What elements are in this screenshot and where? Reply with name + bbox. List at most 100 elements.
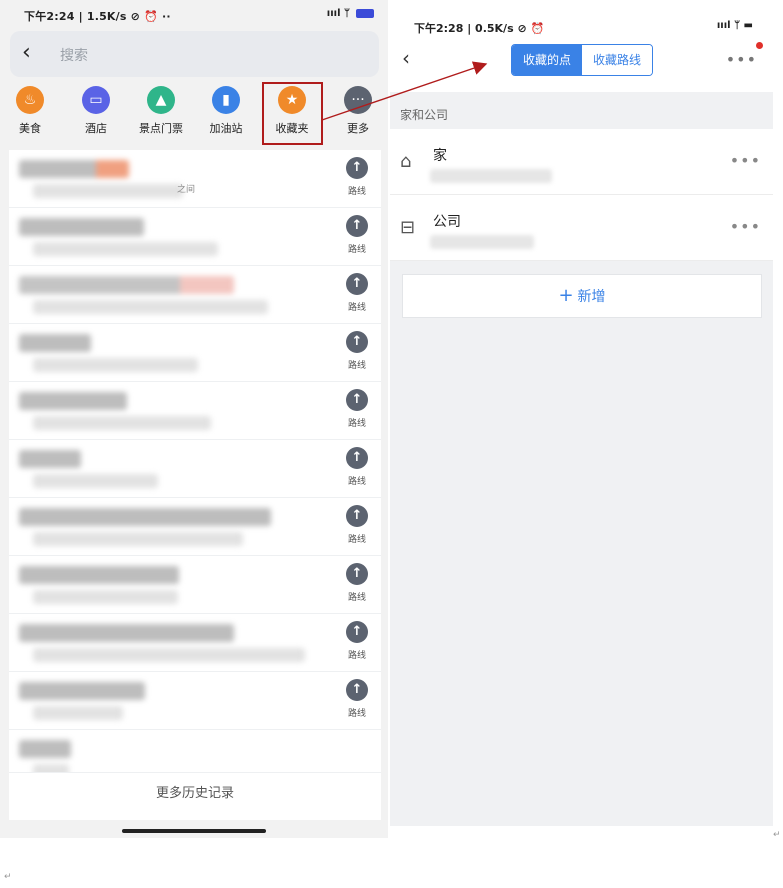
left-status-text: 下午2:24 | 1.5K/s ⊘ ⏰ ·· xyxy=(24,10,171,23)
plus-icon: + xyxy=(558,285,574,306)
history-row[interactable]: ↑ 路线 xyxy=(9,382,381,440)
paragraph-mark: ↵ xyxy=(4,872,12,882)
blurred-title xyxy=(19,392,127,410)
route-button[interactable]: ↑ 路线 xyxy=(343,389,371,429)
category-label: 加油站 xyxy=(209,122,243,135)
blurred-title xyxy=(19,508,271,526)
route-button[interactable]: ↑ 路线 xyxy=(343,505,371,545)
section-label: 家和公司 xyxy=(400,108,449,122)
route-button[interactable]: ↑ 路线 xyxy=(343,157,371,197)
route-label: 路线 xyxy=(347,593,366,603)
blurred-title xyxy=(19,624,234,642)
history-row[interactable]: ↑ 路线 xyxy=(9,672,381,730)
history-row[interactable]: ↑ 路线 xyxy=(9,266,381,324)
category-label: 景点门票 xyxy=(139,122,183,135)
paragraph-mark: ↵ xyxy=(773,830,781,840)
chevron-left-icon[interactable]: ‹ xyxy=(402,46,410,70)
favorites-tab-switch: 收藏的点 收藏路线 xyxy=(511,44,653,76)
route-button[interactable]: ↑ 路线 xyxy=(343,331,371,371)
route-label: 路线 xyxy=(347,187,366,197)
history-row[interactable]: ↑ 路线 xyxy=(9,324,381,382)
briefcase-icon: ⊟ xyxy=(400,217,416,238)
route-label: 路线 xyxy=(347,361,366,371)
blurred-title xyxy=(19,218,144,236)
arrow-up-icon: ↑ xyxy=(346,389,368,411)
tab-saved-routes[interactable]: 收藏路线 xyxy=(582,45,652,75)
history-row[interactable]: ↑ 路线 xyxy=(9,614,381,672)
right-phone-screen: 下午2:28 | 0.5K/s ⊘ ⏰ ıııl ᛘ ▬ ‹ 收藏的点 收藏路线… xyxy=(390,0,773,826)
search-bar[interactable]: ‹ 搜索 xyxy=(10,31,379,77)
more-history-link[interactable]: 更多历史记录 xyxy=(9,772,381,814)
arrow-up-icon: ↑ xyxy=(346,447,368,469)
chevron-left-icon[interactable]: ‹ xyxy=(22,40,31,65)
route-button[interactable]: ↑ 路线 xyxy=(343,273,371,313)
add-favorite-button[interactable]: + 新增 xyxy=(402,274,762,318)
more-icon: ··· xyxy=(344,86,372,114)
blurred-title xyxy=(19,740,71,758)
tab-saved-places[interactable]: 收藏的点 xyxy=(512,45,582,75)
partial-address-text: 之间 xyxy=(177,185,196,195)
more-dots-icon[interactable]: ••• xyxy=(730,217,761,236)
route-button[interactable]: ↑ 路线 xyxy=(343,447,371,487)
favorite-name: 公司 xyxy=(433,214,461,230)
right-header: 下午2:28 | 0.5K/s ⊘ ⏰ ıııl ᛘ ▬ ‹ 收藏的点 收藏路线… xyxy=(390,0,773,92)
arrow-up-icon: ↑ xyxy=(346,505,368,527)
category-row: ♨ 美食 ▭ 酒店 ▲ 景点门票 ▮ 加油站 ★ 收藏夹 ··· 更多 xyxy=(0,80,388,142)
blurred-address xyxy=(33,300,268,314)
arrow-up-icon: ↑ xyxy=(346,679,368,701)
route-button[interactable]: ↑ 路线 xyxy=(343,621,371,661)
blurred-title xyxy=(19,450,81,468)
category-scenic[interactable]: ▲ 景点门票 xyxy=(131,86,191,136)
home-icon: ⌂ xyxy=(400,151,412,172)
gas-station-icon: ▮ xyxy=(212,86,240,114)
history-row[interactable]: ↑ 路线 xyxy=(9,208,381,266)
blurred-title xyxy=(19,566,179,584)
route-label: 路线 xyxy=(347,535,366,545)
history-row[interactable]: 之间 ↑ 路线 xyxy=(9,150,381,208)
blurred-address xyxy=(430,169,552,183)
blurred-address xyxy=(33,416,211,430)
favorite-company[interactable]: ⊟ 公司 ••• xyxy=(390,195,773,261)
blurred-address xyxy=(33,474,158,488)
route-label: 路线 xyxy=(347,419,366,429)
blurred-address xyxy=(33,532,243,546)
category-gas-station[interactable]: ▮ 加油站 xyxy=(196,86,256,136)
category-more[interactable]: ··· 更多 xyxy=(328,86,388,136)
food-icon: ♨ xyxy=(16,86,44,114)
battery-icon xyxy=(356,8,374,18)
arrow-up-icon: ↑ xyxy=(346,157,368,179)
route-button[interactable]: ↑ 路线 xyxy=(343,215,371,255)
blurred-address xyxy=(33,242,218,256)
blurred-address xyxy=(430,235,534,249)
route-label: 路线 xyxy=(347,303,366,313)
category-hotel[interactable]: ▭ 酒店 xyxy=(66,86,126,136)
right-status-text: 下午2:28 | 0.5K/s ⊘ ⏰ xyxy=(414,22,545,35)
notification-dot xyxy=(756,42,763,49)
route-button[interactable]: ↑ 路线 xyxy=(343,563,371,603)
arrow-up-icon: ↑ xyxy=(346,563,368,585)
history-row[interactable]: ↑ 路线 xyxy=(9,556,381,614)
hotel-icon: ▭ xyxy=(82,86,110,114)
blurred-title xyxy=(19,160,129,178)
history-list: 之间 ↑ 路线 ↑ 路线 ↑ 路线 ↑ 路线 ↑ 路线 ↑ 路线 ↑ 路线 ↑ … xyxy=(9,150,381,820)
blurred-address xyxy=(33,648,305,662)
blurred-address xyxy=(33,706,123,720)
home-indicator[interactable] xyxy=(122,829,266,833)
more-dots-icon[interactable]: ••• xyxy=(730,151,761,170)
favorites-list: ⌂ 家 ••• ⊟ 公司 ••• xyxy=(390,129,773,261)
right-status-icons: ıııl ᛘ ▬ xyxy=(716,20,753,31)
history-row[interactable]: ↑ 路线 xyxy=(9,498,381,556)
blurred-address xyxy=(33,358,198,372)
more-dots-icon: ••• xyxy=(725,50,757,69)
route-label: 路线 xyxy=(347,477,366,487)
route-label: 路线 xyxy=(347,651,366,661)
category-food[interactable]: ♨ 美食 xyxy=(0,86,60,136)
more-menu-button[interactable]: ••• xyxy=(725,42,763,69)
add-label: 新增 xyxy=(577,289,606,305)
route-button[interactable]: ↑ 路线 xyxy=(343,679,371,719)
search-placeholder[interactable]: 搜索 xyxy=(60,45,88,65)
history-row[interactable]: ↑ 路线 xyxy=(9,440,381,498)
blurred-title xyxy=(19,334,91,352)
favorite-home[interactable]: ⌂ 家 ••• xyxy=(390,129,773,195)
arrow-up-icon: ↑ xyxy=(346,273,368,295)
